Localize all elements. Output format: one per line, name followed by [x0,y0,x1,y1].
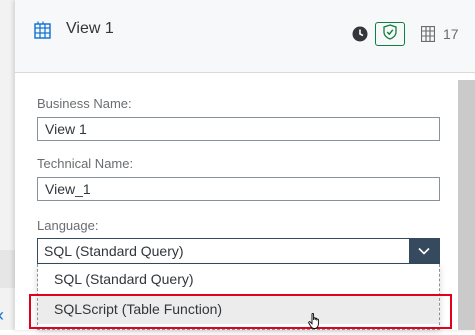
scrollbar-thumb[interactable] [458,80,475,330]
column-count: 17 [443,26,459,42]
scrollbar[interactable] [458,80,475,330]
properties-panel: View 1 17 Business Name: View 1 Technica… [15,0,475,330]
clock-icon[interactable] [352,26,368,47]
language-option-sqlscript[interactable]: SQLScript (Table Function) [38,294,439,324]
chevron-down-icon [418,242,430,260]
page-title: View 1 [66,20,114,37]
language-select[interactable]: SQL (Standard Query) [37,238,440,264]
business-name-field[interactable]: View 1 [37,117,440,141]
columns-icon [420,25,436,47]
left-panel-tab[interactable] [0,250,15,288]
language-selected-value: SQL (Standard Query) [44,243,184,259]
table-view-icon [34,21,54,44]
left-panel-strip: ‹ [0,0,15,330]
technical-name-label: Technical Name: [37,156,134,171]
language-label: Language: [37,218,99,233]
collapse-chevron-icon[interactable]: ‹ [0,306,4,324]
panel-header: View 1 17 [15,0,475,73]
language-dropdown-list: SQL (Standard Query) SQLScript (Table Fu… [37,264,440,330]
hand-cursor-icon [307,312,323,335]
shield-check-icon [383,23,397,45]
validation-status-button[interactable] [375,22,405,46]
dropdown-button[interactable] [409,239,439,263]
language-option-sql[interactable]: SQL (Standard Query) [38,264,439,294]
technical-name-field[interactable]: View_1 [37,177,440,201]
business-name-label: Business Name: [37,96,132,111]
